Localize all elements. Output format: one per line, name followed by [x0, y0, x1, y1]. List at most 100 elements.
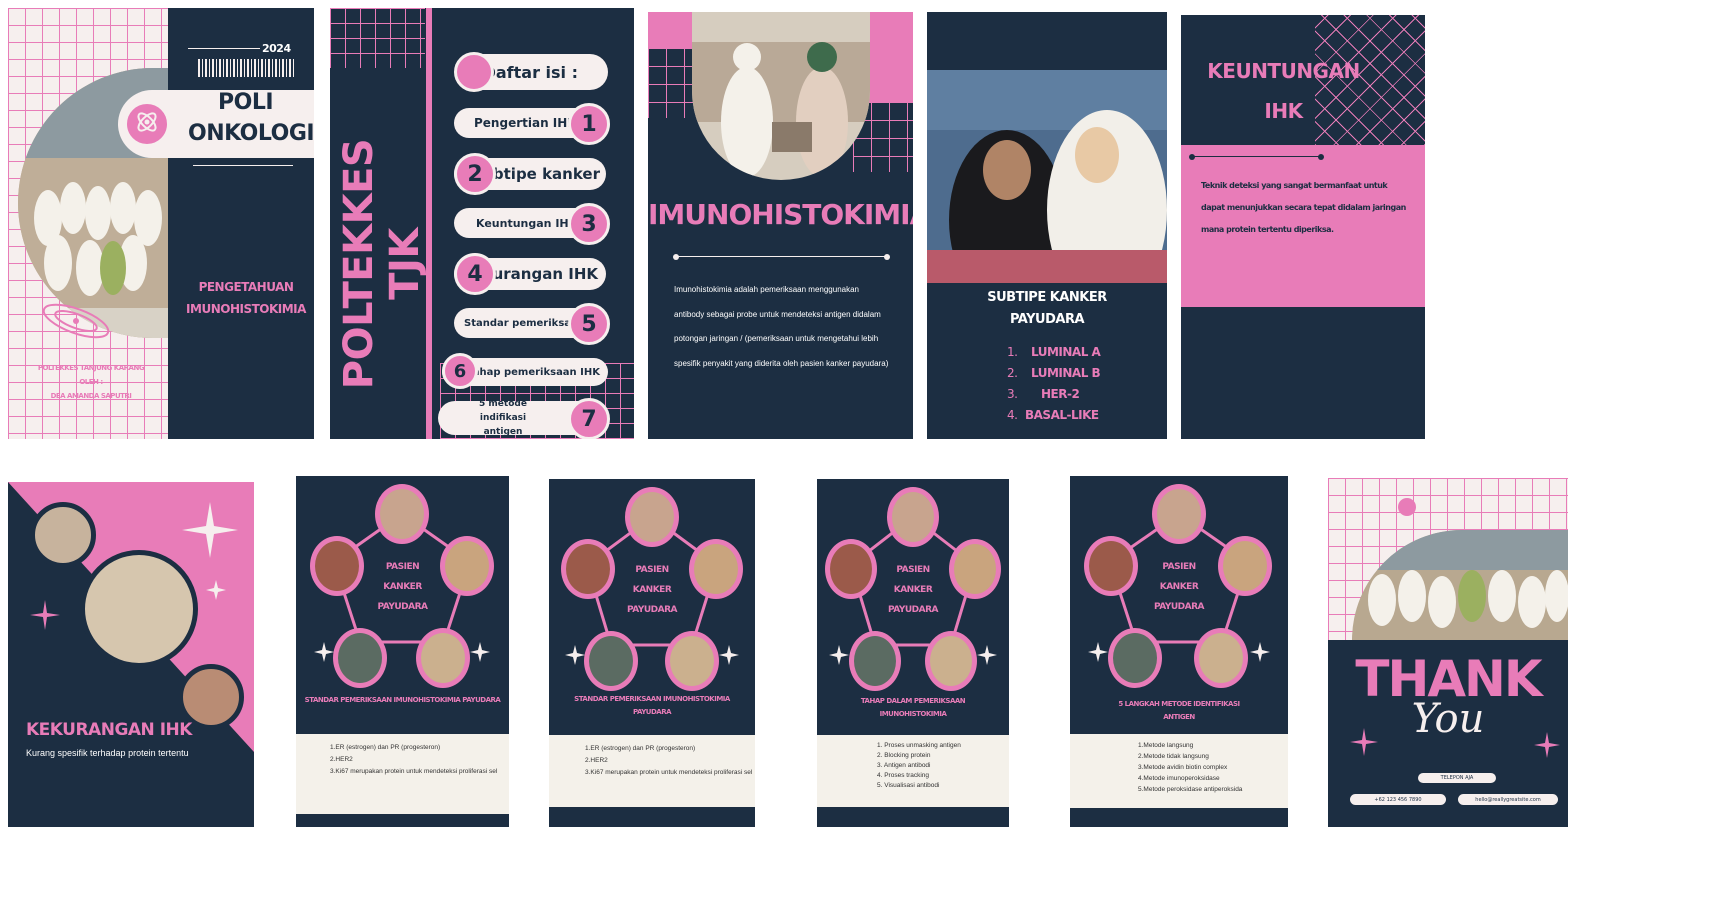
sparkle-icon [470, 642, 490, 667]
photo-circle [625, 487, 679, 547]
slide-subtipe-kanker[interactable]: SUBTIPE KANKER PAYUDARA 1. LUMINAL A 2. LU… [927, 12, 1167, 439]
title-line-1: POLI [218, 90, 274, 115]
photo-circle [849, 631, 901, 691]
list-item: 3. Antigen antibodi [877, 762, 931, 769]
slide-heading: TAHAP DALAM PEMERIKSAAN IMUNOHISTOKIMIA [860, 697, 966, 718]
slide-title-2: IHK [1264, 99, 1303, 123]
photo-circle [1108, 628, 1162, 688]
contact-text: +62 123 456 7890 [1374, 796, 1422, 803]
barcode [198, 59, 294, 77]
list-item: 1.ER (estrogen) dan PR (progesteron) [330, 744, 441, 751]
slide-thank-you[interactable]: THANK You TELEPON AJA +62 123 456 7890 h… [1328, 478, 1568, 827]
subtitle-line-1: PENGETAHUAN [198, 280, 294, 294]
toc-number-7: 7 [568, 398, 610, 439]
photo-circle [665, 631, 719, 691]
list-item: 3.Metode avidin biotin complex [1138, 764, 1228, 771]
subtitle-line-2: IMUNOHISTOKIMIA [186, 302, 306, 316]
list-item: 2.HER2 [330, 756, 353, 763]
photo-circle [887, 487, 939, 547]
year-label: 2024 [262, 42, 291, 55]
center-line-3: PAYUDARA [887, 605, 939, 615]
slide-cover[interactable]: 2024 POLI ONKOLOGI PENGETAHUAN IMUNOHIST… [8, 8, 314, 439]
slide-imunohistokimia[interactable]: IMUNOHISTOKIMIA Imunohistokimia adalah p… [648, 12, 913, 439]
orbit-ring-icon [36, 296, 116, 351]
center-line-3: PAYUDARA [1153, 602, 1205, 612]
contact-pill[interactable]: hello@reallygreatsite.com [1458, 794, 1558, 805]
toc-item-label: 5 metode indifikasi antigen [479, 399, 527, 437]
divider-line [188, 48, 260, 49]
contact-text: TELEPON AJA [1440, 775, 1474, 781]
center-line-1: PASIEN [635, 565, 669, 575]
toc-number-5: 5 [568, 303, 610, 345]
grid-corner [330, 8, 425, 68]
list-item: 1.Metode langsung [1138, 742, 1194, 749]
pink-corner-left [648, 12, 694, 48]
logo-badge [124, 101, 170, 147]
slide-title-2: PAYUDARA [1009, 312, 1085, 327]
sparkle-icon [1250, 642, 1270, 667]
slide-title: KEKURANGAN IHK [26, 720, 192, 740]
slide-standar-pemeriksaan[interactable]: PASIEN KANKER PAYUDARA STANDAR PEMERIKSA… [296, 476, 509, 827]
contact-pill[interactable]: TELEPON AJA [1418, 773, 1496, 783]
footer-line-3: DEA AMANDA SAPUTRI [50, 392, 132, 400]
list-panel: 1.ER (estrogen) dan PR (progesteron) 2.H… [549, 735, 755, 807]
sparkle-icon [719, 645, 739, 670]
slide-title-1: SUBTIPE KANKER [987, 290, 1107, 305]
divider-line [676, 256, 888, 257]
list-item: 2. Blocking protein [877, 752, 931, 759]
subtype-item: 3. HER-2 [1007, 387, 1080, 401]
sparkle-icon [30, 600, 60, 635]
atom-icon [134, 109, 160, 140]
center-line-1: PASIEN [1162, 562, 1196, 572]
sparkle-icon [1088, 642, 1108, 667]
slide-kekurangan[interactable]: KEKURANGAN IHK Kurang spesifik terhadap … [8, 482, 254, 827]
center-line-2: KANKER [1159, 582, 1199, 592]
slide-standar-pemeriksaan-2[interactable]: PASIEN KANKER PAYUDARA STANDAR PEMERIKSA… [549, 479, 755, 827]
list-item: 5.Metode peroksidase antiperoksida [1138, 786, 1243, 793]
center-line-2: KANKER [383, 582, 422, 592]
center-line-2: KANKER [893, 585, 933, 595]
list-item: 4.Metode imunoperoksidase [1138, 775, 1220, 782]
list-item: 2.Metode tidak langsung [1138, 753, 1209, 760]
toc-heading: Daftar isi : [482, 62, 578, 82]
divider-dot [673, 254, 679, 260]
footer-line-1: POLTEKKES TANJUNG KARANG [37, 364, 145, 372]
toc-number-3: 3 [568, 203, 610, 245]
list-panel: 1.ER (estrogen) dan PR (progesteron) 2.H… [296, 734, 509, 814]
toc-item-label: Standar pemeriksaan [464, 317, 585, 329]
footer-line-2: OLEH : [79, 378, 103, 386]
contact-pill[interactable]: +62 123 456 7890 [1350, 794, 1446, 805]
toc-number-6: 6 [442, 353, 478, 389]
toc-item-label: Keuntungan IHK [476, 216, 578, 230]
sparkle-icon [565, 645, 585, 670]
list-item: 3.Ki67 merupakan protein untuk mendeteks… [330, 768, 498, 775]
sparkle-icon [1534, 732, 1560, 763]
photo-circle [1152, 484, 1206, 544]
divider-line [193, 165, 293, 166]
slide-heading: 5 LANGKAH METODE IDENTIFIKASI ANTIGEN [1118, 700, 1240, 721]
slide-body: Kurang spesifik terhadap protein tertent… [26, 748, 189, 758]
subtype-list: 1. LUMINAL A 2. LUMINAL B 3. HER-2 4. BASAL-… [1007, 342, 1101, 426]
list-item: 4. Proses tracking [877, 772, 930, 779]
sparkle-icon [977, 645, 997, 670]
slide-keuntungan[interactable]: KEUNTUNGAN IHK Teknik deteksi yang sanga… [1181, 15, 1425, 439]
slide-table-of-contents[interactable]: POLTEKKES TJK Daftar isi : Pengertian IH… [330, 8, 634, 439]
slide-metode-identifikasi[interactable]: PASIEN KANKER PAYUDARA 5 LANGKAH METODE … [1070, 476, 1288, 827]
center-line-3: PAYUDARA [626, 605, 678, 615]
list-panel: 1. Proses unmasking antigen 2. Blocking … [817, 735, 1009, 807]
subtype-item: 2. LUMINAL B [1007, 366, 1101, 380]
photo-circle [375, 484, 429, 544]
sparkle-icon [829, 645, 849, 670]
toc-heading-dot [454, 52, 494, 92]
center-line-1: PASIEN [385, 562, 420, 572]
toc-number-4: 4 [454, 253, 496, 295]
slide-heading: STANDAR PEMERIKSAAN IMUNOHISTOKIMIA PAYU… [304, 696, 501, 704]
consultation-photo [692, 12, 870, 180]
slide-tahap-pemeriksaan[interactable]: PASIEN KANKER PAYUDARA TAHAP DALAM PEMER… [817, 479, 1009, 827]
toc-number-2: 2 [454, 153, 496, 195]
sparkle-icon [206, 580, 226, 605]
list-panel: 1.Metode langsung 2.Metode tidak langsun… [1070, 734, 1288, 808]
divider-dot [1318, 154, 1324, 160]
center-line-2: KANKER [632, 585, 672, 595]
photo-circle-small [30, 502, 96, 568]
